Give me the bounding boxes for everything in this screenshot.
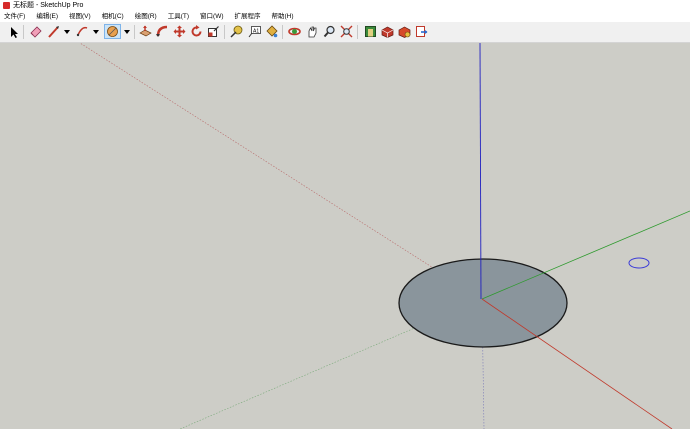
3d-warehouse-button[interactable] (363, 24, 378, 39)
arc-tool-button[interactable] (75, 24, 90, 39)
large-toolset-toolbar: A1 (0, 22, 690, 43)
line-icon (48, 26, 59, 38)
extension-warehouse-icon (381, 26, 394, 38)
paint-bucket-tool-button[interactable] (264, 24, 279, 39)
send-to-layout-button[interactable] (414, 24, 429, 39)
text-tool-button[interactable]: A1 (247, 24, 262, 39)
warehouse-icon (365, 26, 376, 37)
menu-draw[interactable]: 绘图(R) (134, 12, 158, 21)
toolbar-separator (224, 25, 225, 39)
svg-text:A1: A1 (253, 29, 259, 35)
title-bar: 无标题 - SketchUp Pro (0, 0, 690, 11)
tape-measure-tool-button[interactable] (229, 24, 244, 39)
pan-icon (308, 26, 317, 38)
toolbar-separator (134, 25, 135, 39)
tape-measure-icon (230, 25, 243, 38)
arc-icon (76, 26, 88, 37)
push-pull-tool-button[interactable] (138, 24, 153, 39)
select-tool-button[interactable] (6, 24, 21, 39)
menu-window[interactable]: 窗口(W) (199, 12, 224, 21)
push-pull-icon (139, 25, 152, 37)
move-tool-button[interactable] (172, 24, 187, 39)
rotate-tool-button[interactable] (189, 24, 204, 39)
shapes-icon (107, 26, 118, 37)
toolbar-separator (23, 25, 24, 39)
scene-canvas[interactable] (0, 43, 690, 429)
menu-view[interactable]: 视图(V) (68, 12, 92, 21)
menu-help[interactable]: 帮助(H) (271, 12, 295, 21)
toolbar-separator (282, 25, 283, 39)
sketchup-logo-icon (3, 2, 10, 9)
eraser-tool-button[interactable] (28, 24, 43, 39)
line-dropdown-chevron-icon[interactable] (64, 30, 70, 34)
eraser-icon (30, 26, 42, 38)
shapes-tool-button[interactable] (104, 24, 121, 39)
menu-extensions[interactable]: 扩展程序 (234, 12, 262, 21)
red-axis (481, 298, 673, 429)
extension-manager-icon (398, 26, 411, 38)
rotate-icon (191, 25, 202, 37)
select-icon (10, 26, 18, 38)
zoom-extents-icon (340, 25, 353, 38)
paint-bucket-icon (266, 25, 278, 38)
circle-tool-cursor-icon (628, 257, 650, 269)
menu-tools[interactable]: 工具(T) (167, 12, 190, 21)
menu-bar: 文件(F) 编辑(E) 视图(V) 相机(C) 绘图(R) 工具(T) 窗口(W… (0, 11, 690, 22)
follow-me-tool-button[interactable] (155, 24, 170, 39)
orbit-icon (288, 27, 301, 36)
menu-file[interactable]: 文件(F) (3, 12, 26, 21)
text-icon: A1 (248, 26, 261, 38)
red-axis-negative (79, 43, 483, 300)
pan-tool-button[interactable] (305, 24, 320, 39)
circle-face[interactable] (398, 258, 568, 348)
line-tool-button[interactable] (46, 24, 61, 39)
zoom-tool-button[interactable] (322, 24, 337, 39)
orbit-tool-button[interactable] (287, 24, 302, 39)
zoom-extents-tool-button[interactable] (339, 24, 354, 39)
menu-camera[interactable]: 相机(C) (101, 12, 125, 21)
modeling-viewport[interactable] (0, 43, 690, 429)
menu-edit[interactable]: 编辑(E) (35, 12, 59, 21)
scale-icon (208, 26, 219, 37)
zoom-icon (323, 25, 335, 38)
window-title: 无标题 - SketchUp Pro (13, 2, 84, 9)
follow-me-icon (156, 25, 168, 37)
shapes-dropdown-chevron-icon[interactable] (124, 30, 130, 34)
move-icon (173, 25, 186, 38)
arc-dropdown-chevron-icon[interactable] (93, 30, 99, 34)
extension-warehouse-button[interactable] (380, 24, 395, 39)
green-axis (481, 210, 690, 300)
toolbar-separator (357, 25, 358, 39)
send-to-layout-icon (416, 26, 428, 37)
extension-manager-button[interactable] (397, 24, 412, 39)
scale-tool-button[interactable] (206, 24, 221, 39)
